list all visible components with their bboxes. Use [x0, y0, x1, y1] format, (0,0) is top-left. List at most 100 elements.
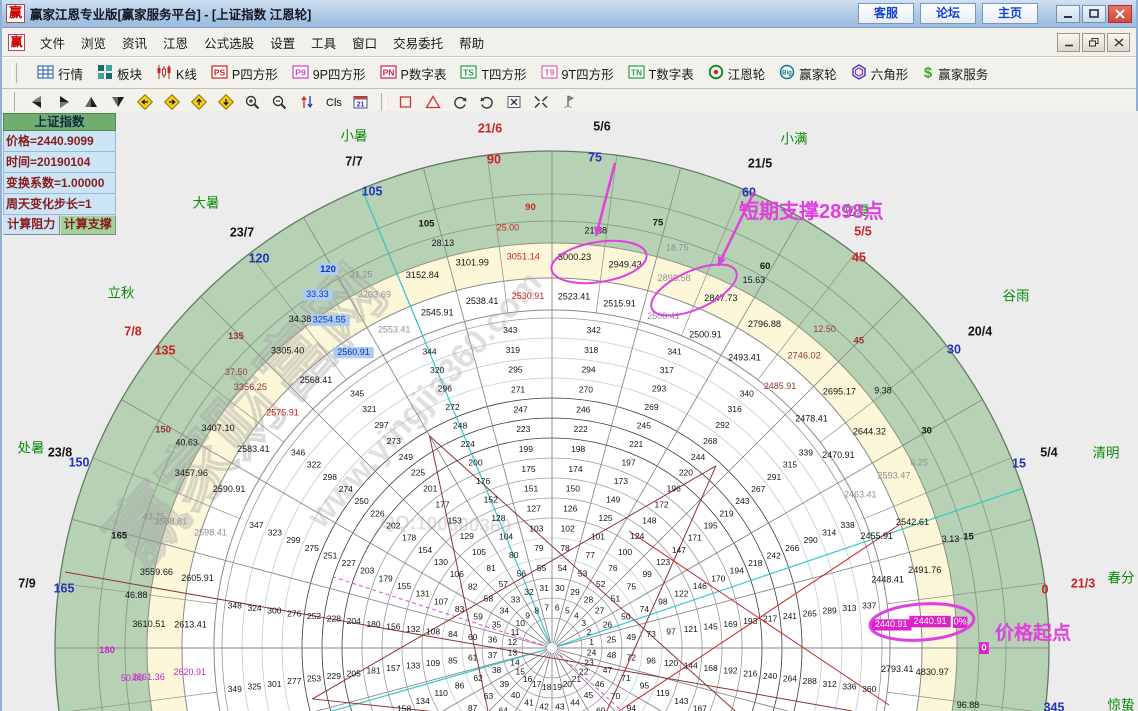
title-button-2[interactable]: 主页	[982, 3, 1038, 24]
svg-text:4: 4	[574, 611, 579, 621]
toolbar-button-label: 行情	[58, 64, 83, 83]
tri-up-icon[interactable]	[80, 92, 102, 112]
cls-icon[interactable]: Cls	[323, 92, 345, 112]
tri-left-icon[interactable]	[26, 92, 48, 112]
square-icon[interactable]	[395, 92, 417, 112]
menu-item-0[interactable]: 文件	[32, 30, 73, 55]
rot-ccw-icon[interactable]	[449, 92, 471, 112]
menu-item-7[interactable]: 窗口	[344, 30, 385, 55]
svg-text:P9: P9	[295, 67, 306, 77]
close-button[interactable]	[1108, 5, 1132, 23]
toolbar-button-1[interactable]: 板块	[97, 64, 142, 83]
calendar-icon[interactable]: 21	[350, 92, 372, 112]
menu-item-9[interactable]: 帮助	[451, 30, 492, 55]
svg-text:51: 51	[611, 594, 621, 604]
svg-text:169: 169	[723, 619, 737, 629]
toolbar-button-4[interactable]: P99P四方形	[292, 64, 366, 83]
menu-item-1[interactable]: 浏览	[73, 30, 114, 55]
panel-row-1: 时间=20190104	[3, 152, 116, 173]
svg-text:120: 120	[320, 264, 336, 275]
rot-cw-icon[interactable]	[476, 92, 498, 112]
svg-text:28.13: 28.13	[432, 238, 455, 248]
svg-text:2470.91: 2470.91	[822, 450, 855, 460]
toolbar-button-2[interactable]: K线	[156, 64, 197, 83]
svg-text:168: 168	[704, 663, 718, 673]
svg-text:3101.99: 3101.99	[456, 257, 489, 267]
toolbar-button-11[interactable]: 六角形	[851, 64, 909, 83]
svg-text:2538.41: 2538.41	[466, 296, 499, 306]
toolbar-button-10[interactable]: Big赢家轮	[779, 64, 837, 83]
title-link-buttons: 客服论坛主页	[858, 3, 1038, 24]
minimize-button[interactable]	[1056, 5, 1080, 23]
svg-text:2463.41: 2463.41	[844, 489, 877, 499]
svg-text:9: 9	[525, 611, 530, 621]
maximize-button[interactable]	[1082, 5, 1106, 23]
svg-text:22: 22	[579, 667, 589, 677]
menu-item-8[interactable]: 交易委托	[385, 30, 451, 55]
toolbar-button-9[interactable]: 江恩轮	[708, 64, 766, 83]
diamond-right-icon[interactable]	[161, 92, 183, 112]
赢家轮-icon: Big	[779, 64, 795, 83]
main-toolbar: 行情板块 K线 PSP四方形 P99P四方形 PNP数字表 TST四方形 T99T四方形 TN…	[2, 57, 1136, 89]
svg-text:152: 152	[484, 494, 498, 504]
svg-text:120: 120	[664, 658, 678, 668]
toolbar-button-7[interactable]: T99T四方形	[541, 64, 614, 83]
svg-text:130: 130	[434, 557, 448, 567]
svg-text:2440.91: 2440.91	[875, 619, 908, 629]
zoom-out-icon[interactable]	[269, 92, 291, 112]
svg-text:288: 288	[803, 676, 817, 686]
diamond-up-icon[interactable]	[188, 92, 210, 112]
svg-text:85: 85	[448, 655, 458, 665]
tri-right-icon[interactable]	[53, 92, 75, 112]
collapse-icon[interactable]	[530, 92, 552, 112]
menu-item-5[interactable]: 设置	[262, 30, 303, 55]
axis-icon[interactable]	[296, 92, 318, 112]
svg-text:195: 195	[704, 520, 718, 530]
svg-text:341: 341	[667, 347, 681, 357]
svg-text:2949.43: 2949.43	[608, 259, 641, 269]
svg-text:148: 148	[642, 515, 656, 525]
mdi-minimize-button[interactable]	[1057, 33, 1080, 52]
title-button-0[interactable]: 客服	[858, 3, 914, 24]
9T四方形-icon: T9	[541, 64, 558, 83]
svg-text:3.13: 3.13	[942, 534, 960, 544]
menu-item-2[interactable]: 资讯	[114, 30, 155, 55]
zoom-in-icon[interactable]	[242, 92, 264, 112]
svg-text:69: 69	[596, 706, 606, 711]
menu-item-6[interactable]: 工具	[303, 30, 344, 55]
chart-area[interactable]: 赢家财富网www.yingjia360.comQQ:10080036012345…	[2, 111, 1138, 711]
pin-icon[interactable]	[557, 92, 579, 112]
svg-text:27: 27	[595, 606, 605, 616]
tri-down-icon[interactable]	[107, 92, 129, 112]
svg-text:200: 200	[468, 457, 482, 467]
svg-text:0: 0	[1042, 582, 1049, 596]
menu-item-4[interactable]: 公式选股	[196, 30, 262, 55]
gann-wheel[interactable]: 赢家财富网www.yingjia360.comQQ:10080036012345…	[2, 111, 1138, 711]
toolbar-button-3[interactable]: PSP四方形	[211, 64, 278, 83]
svg-text:205: 205	[347, 668, 361, 678]
calc-resistance-button[interactable]: 计算阻力	[3, 215, 60, 235]
svg-text:135: 135	[155, 343, 176, 357]
menu-item-3[interactable]: 江恩	[155, 30, 196, 55]
triangle-icon[interactable]	[422, 92, 444, 112]
toolbar-button-0[interactable]: 行情	[37, 64, 83, 83]
calc-support-button[interactable]: 计算支撑	[60, 215, 117, 235]
diamond-down-icon[interactable]	[215, 92, 237, 112]
title-button-1[interactable]: 论坛	[920, 3, 976, 24]
svg-text:48: 48	[607, 650, 617, 660]
toolbar-button-8[interactable]: TNT数字表	[628, 64, 694, 83]
boxed-x-icon[interactable]	[503, 92, 525, 112]
svg-text:21: 21	[357, 102, 365, 109]
svg-text:198: 198	[571, 444, 585, 454]
toolbar-button-12[interactable]: $赢家服务	[922, 64, 988, 83]
mdi-close-button[interactable]	[1107, 33, 1130, 52]
toolbar-button-6[interactable]: TST四方形	[460, 64, 526, 83]
svg-text:179: 179	[379, 573, 393, 583]
svg-text:2695.17: 2695.17	[823, 386, 856, 396]
svg-text:194: 194	[730, 566, 744, 576]
svg-text:348: 348	[228, 600, 242, 610]
toolbar-button-5[interactable]: PNP数字表	[380, 64, 447, 83]
K线-icon	[156, 64, 172, 83]
diamond-left-icon[interactable]	[134, 92, 156, 112]
mdi-restore-button[interactable]	[1082, 33, 1105, 52]
